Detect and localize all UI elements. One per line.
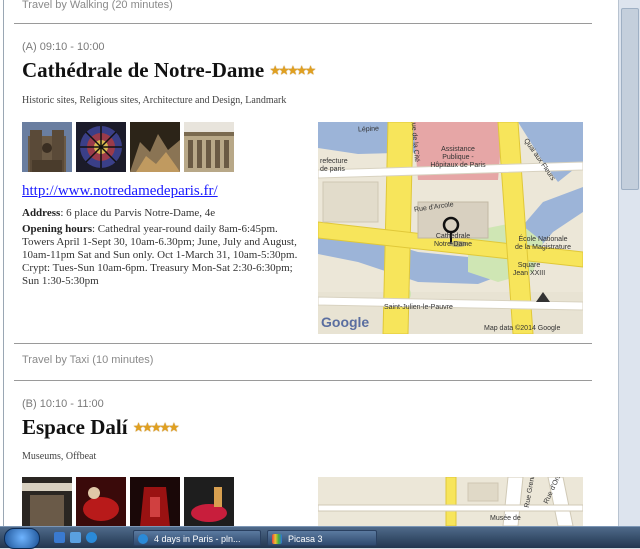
espace-dali-photo-2[interactable] — [76, 477, 126, 526]
stop-b-title-text: Espace Dalí — [22, 415, 128, 439]
map-label-square: Square Jean XXIII — [512, 262, 546, 277]
espace-dali-photo-1[interactable] — [22, 477, 72, 526]
address-value: : 6 place du Parvis Notre-Dame, 4e — [60, 207, 216, 219]
espace-dali-photo-3[interactable] — [130, 477, 180, 526]
divider — [14, 343, 592, 344]
divider — [14, 380, 592, 381]
map-notre-dame[interactable]: Lépine refecture de paris Assistance Pub… — [318, 122, 583, 334]
show-desktop-icon[interactable] — [54, 532, 65, 543]
scrollbar-thumb[interactable] — [621, 8, 639, 190]
stop-b-time: (B) 10:10 - 11:00 — [22, 398, 104, 410]
map2-label-musee: Musée de — [490, 515, 521, 522]
notre-dame-website-link[interactable]: http://www.notredamedeparis.fr/ — [22, 183, 218, 200]
divider — [14, 23, 592, 24]
address-label: Address — [22, 207, 61, 219]
picasa-icon — [272, 534, 282, 544]
stop-a-title-text: Cathédrale de Notre-Dame — [22, 58, 265, 82]
stop-a-hours: Opening hours: Cathedral year-round dail… — [22, 223, 307, 288]
stop-a-title: Cathédrale de Notre-Dame ★★★★★ — [22, 58, 316, 83]
map-attribution: Map data ©2014 Google — [484, 325, 561, 332]
taskbar-window-picasa-label: Picasa 3 — [288, 534, 323, 544]
notre-dame-photo-3[interactable] — [130, 122, 180, 172]
itinerary-page: Travel by Walking (20 minutes) (A) 09:10… — [0, 0, 618, 526]
map-label-cathedrale: Cathédrale Notre-Dame — [433, 233, 473, 248]
rating-stars-icon: ★★★★★ — [270, 65, 315, 77]
media-player-icon[interactable] — [70, 532, 81, 543]
travel-taxi-label: Travel by Taxi (10 minutes) — [22, 354, 154, 366]
hours-label: Opening hours — [22, 223, 92, 235]
travel-walking-label: Travel by Walking (20 minutes) — [22, 0, 173, 11]
notre-dame-photo-1[interactable] — [22, 122, 72, 172]
map-label-julien: Saint-Julien-le-Pauvre — [384, 304, 453, 311]
stop-a-address: Address: 6 place du Parvis Notre-Dame, 4… — [22, 207, 307, 220]
stop-a-time: (A) 09:10 - 10:00 — [22, 41, 105, 53]
map-label-lepine: Lépine — [357, 125, 380, 134]
stop-b-categories: Museums, Offbeat — [22, 451, 97, 462]
espace-dali-photo-4[interactable] — [184, 477, 234, 526]
rating-stars-icon: ★★★★★ — [133, 422, 179, 434]
taskbar-window-browser-label: 4 days in Paris - pln... — [154, 534, 241, 544]
internet-explorer-icon[interactable] — [86, 532, 97, 543]
map-espace-dali[interactable]: Rue Grenier Rue d'Orsel Musée de — [318, 477, 583, 526]
notre-dame-photo-4[interactable] — [184, 122, 234, 172]
internet-explorer-icon — [138, 534, 148, 544]
notre-dame-photo-2[interactable] — [76, 122, 126, 172]
stop-a-categories: Historic sites, Religious sites, Archite… — [22, 95, 287, 106]
taskbar-window-browser[interactable]: 4 days in Paris - pln... — [133, 530, 261, 546]
page-left-border — [3, 0, 4, 526]
taskbar: 4 days in Paris - pln... Picasa 3 — [0, 526, 640, 549]
taskbar-window-picasa[interactable]: Picasa 3 — [267, 530, 377, 546]
stop-b-title: Espace Dalí ★★★★★ — [22, 415, 179, 440]
map-label-prefecture: refecture de paris — [320, 158, 348, 173]
map-label-assistance: Assistance Publique - Hôpitaux de Paris — [430, 146, 486, 169]
google-logo: Google — [321, 314, 370, 330]
start-button[interactable] — [4, 528, 40, 549]
map-label-ecole: École Nationale de la Magistrature — [514, 236, 572, 251]
